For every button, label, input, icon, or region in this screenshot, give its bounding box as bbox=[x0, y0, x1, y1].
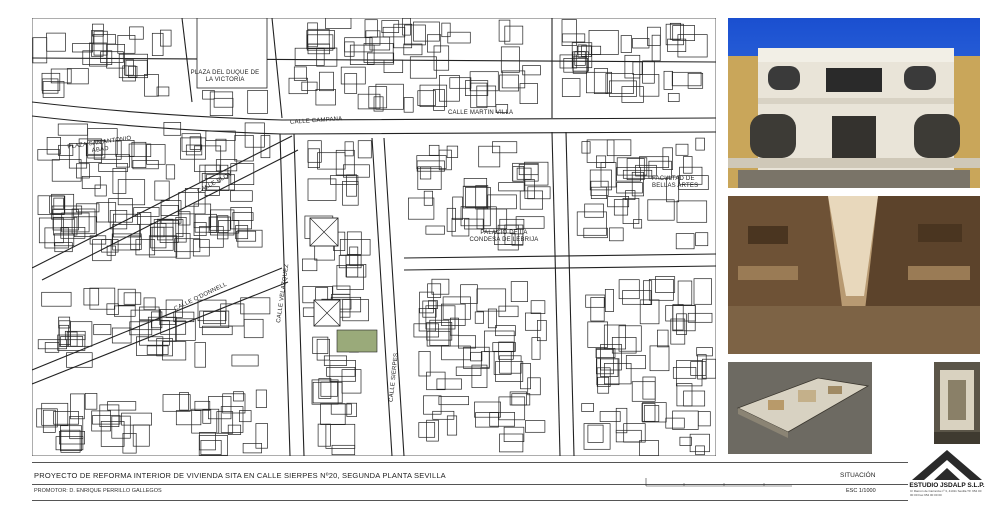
title-block: PROYECTO DE REFORMA INTERIOR DE VIVIENDA… bbox=[32, 462, 908, 502]
studio-logo-mark bbox=[908, 446, 986, 482]
label-plaza-duque: PLAZA DEL DUQUE DE LA VICTORIA bbox=[190, 70, 260, 83]
project-title: PROYECTO DE REFORMA INTERIOR DE VIVIENDA… bbox=[34, 471, 446, 480]
title-block-bottom-rule bbox=[32, 500, 908, 501]
label-calle-martin-villa: CALLE MARTIN VILLA bbox=[448, 110, 514, 116]
facade-photo bbox=[728, 18, 980, 188]
street-map-drawing bbox=[32, 18, 716, 456]
label-palacio: PALACIO DE LA CONDESA DE LEBRIJA bbox=[469, 230, 539, 243]
studio-address: C/ Ramón de Carranza nº 3, 41011 Sevilla… bbox=[910, 489, 982, 497]
site-plan-map: PLAZA DEL DUQUE DE LA VICTORIA CALLE CAM… bbox=[32, 18, 716, 456]
sheet-name: SITUACIÓN bbox=[840, 472, 876, 479]
historic-street-photo bbox=[728, 196, 980, 354]
studio-logo: ESTUDIO JSDALP S.L.P. C/ Ramón de Carran… bbox=[908, 446, 986, 506]
plan-3d-render bbox=[728, 362, 872, 454]
studio-name: ESTUDIO JSDALP S.L.P. bbox=[909, 482, 985, 489]
graphic-scale-bar bbox=[645, 478, 792, 487]
label-facultad: FACULTAD DE BELLAS ARTES bbox=[652, 176, 699, 189]
project-plot-highlight bbox=[336, 329, 378, 353]
drawing-sheet: PLAZA DEL DUQUE DE LA VICTORIA CALLE CAM… bbox=[0, 0, 1000, 513]
promotor-text: PROMOTOR: D. Enrique Perrillo Gallegos bbox=[34, 488, 162, 494]
interior-photo bbox=[934, 362, 980, 444]
title-block-top-rule bbox=[32, 462, 908, 463]
scale-text: ESC 1/1000 bbox=[846, 488, 876, 494]
